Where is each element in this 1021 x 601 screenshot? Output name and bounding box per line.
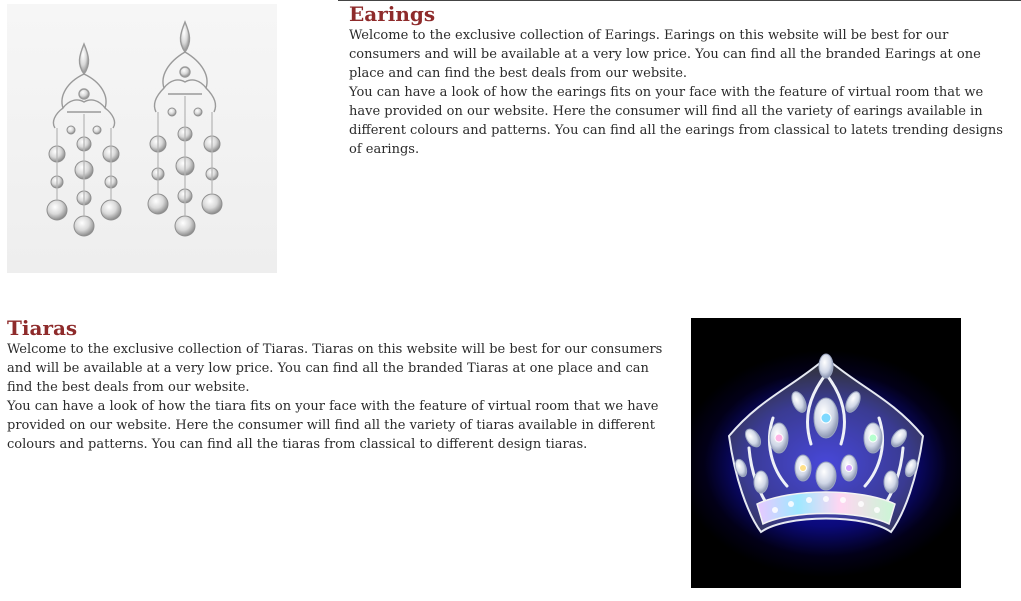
- tiaras-section: Tiaras Welcome to the exclusive collecti…: [7, 316, 672, 454]
- earings-product-image: [7, 4, 277, 273]
- chandelier-earrings-illustration: [46, 20, 223, 237]
- earings-heading: Earings: [349, 2, 436, 26]
- earings-intro-paragraph: Welcome to the exclusive collection of E…: [349, 28, 981, 81]
- tiaras-heading: Tiaras: [7, 316, 78, 340]
- tiaras-virtual-room-paragraph: You can have a look of how the tiara fit…: [7, 399, 659, 452]
- crown-tiara-illustration: [727, 353, 925, 534]
- tiaras-product-image: [691, 318, 961, 588]
- earings-section: Earings Welcome to the exclusive collect…: [349, 2, 1011, 159]
- top-divider: [338, 0, 1021, 1]
- tiaras-intro-paragraph: Welcome to the exclusive collection of T…: [7, 342, 663, 395]
- page: Earings Welcome to the exclusive collect…: [0, 0, 1021, 601]
- earings-virtual-room-paragraph: You can have a look of how the earings f…: [349, 85, 1003, 157]
